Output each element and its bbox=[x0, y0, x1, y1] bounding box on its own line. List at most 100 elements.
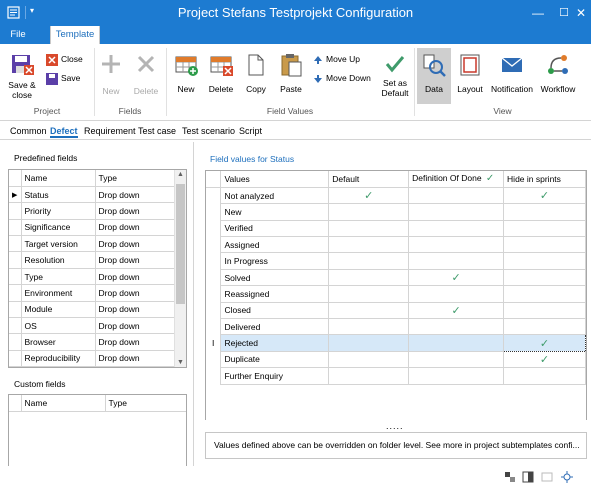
table-row[interactable]: Not analyzed ✓ ✓ bbox=[206, 187, 586, 205]
dod-check-cell[interactable] bbox=[408, 334, 505, 352]
field-new-button[interactable]: New bbox=[97, 52, 125, 96]
default-check-cell[interactable] bbox=[328, 220, 410, 238]
tab-file[interactable]: File bbox=[0, 26, 36, 44]
table-row[interactable]: OS Drop down bbox=[9, 317, 175, 335]
table-row[interactable]: Resolution Drop down bbox=[9, 251, 175, 269]
dod-check-cell[interactable] bbox=[408, 318, 505, 336]
value-cell[interactable]: Delivered bbox=[220, 318, 330, 336]
dod-check-cell[interactable] bbox=[408, 285, 505, 303]
view-workflow-button[interactable]: Workflow bbox=[538, 52, 578, 94]
table-row[interactable]: Duplicate ✓ bbox=[206, 351, 586, 369]
hide-in-sprints-check-cell[interactable] bbox=[503, 203, 586, 221]
default-check-cell[interactable] bbox=[328, 269, 410, 287]
hide-in-sprints-check-cell[interactable] bbox=[503, 285, 586, 303]
hide-in-sprints-check-cell[interactable]: ✓ bbox=[503, 351, 586, 369]
table-row[interactable]: Module Drop down bbox=[9, 301, 175, 319]
value-cell[interactable]: Closed bbox=[220, 302, 330, 320]
dod-check-cell[interactable]: ✓ bbox=[408, 269, 505, 287]
move-down-button[interactable]: Move Down bbox=[313, 71, 371, 85]
default-check-cell[interactable] bbox=[328, 334, 410, 352]
table-row[interactable]: Reassigned bbox=[206, 285, 586, 303]
column-header-default[interactable]: Default bbox=[328, 171, 410, 188]
view-notification-button[interactable]: Notification bbox=[487, 52, 537, 94]
default-check-cell[interactable] bbox=[328, 203, 410, 221]
table-row[interactable]: Further Enquiry bbox=[206, 367, 586, 385]
split-view-icon[interactable] bbox=[522, 471, 534, 483]
copy-button[interactable]: Copy bbox=[241, 52, 271, 94]
value-cell[interactable]: In Progress bbox=[220, 252, 330, 270]
value-new-button[interactable]: New bbox=[170, 52, 202, 94]
table-row[interactable]: Priority Drop down bbox=[9, 202, 175, 220]
column-header-definition-of-done[interactable]: Definition Of Done ✓ bbox=[408, 171, 505, 188]
hide-in-sprints-check-cell[interactable] bbox=[503, 236, 586, 254]
tab-requirement[interactable]: Requirement bbox=[84, 126, 136, 136]
hide-in-sprints-check-cell[interactable] bbox=[503, 367, 586, 385]
field-name-cell[interactable]: Reproducibility bbox=[21, 350, 96, 367]
close-window-button[interactable]: ✕ bbox=[571, 3, 591, 23]
field-type-cell[interactable]: Drop down bbox=[95, 251, 175, 269]
table-row[interactable]: Verified bbox=[206, 220, 586, 238]
value-cell[interactable]: Reassigned bbox=[220, 285, 330, 303]
tab-defect[interactable]: Defect bbox=[50, 126, 78, 138]
default-check-cell[interactable] bbox=[328, 318, 410, 336]
save-button[interactable]: Save bbox=[46, 71, 80, 85]
column-header-hide-in-sprints[interactable]: Hide in sprints bbox=[503, 171, 586, 188]
field-name-cell[interactable]: Browser bbox=[21, 333, 96, 351]
hide-in-sprints-check-cell[interactable] bbox=[503, 220, 586, 238]
table-row[interactable]: Significance Drop down bbox=[9, 219, 175, 237]
table-row[interactable]: Solved ✓ bbox=[206, 269, 586, 287]
column-header-name[interactable]: Name bbox=[21, 170, 96, 187]
value-cell[interactable]: Further Enquiry bbox=[220, 367, 330, 385]
field-name-cell[interactable]: Module bbox=[21, 301, 96, 319]
vertical-scrollbar[interactable]: ▲ ▼ bbox=[174, 170, 186, 367]
dod-check-cell[interactable] bbox=[408, 236, 505, 254]
field-type-cell[interactable]: Drop down bbox=[95, 235, 175, 253]
tab-template[interactable]: Template bbox=[50, 26, 100, 44]
value-cell[interactable]: Verified bbox=[220, 220, 330, 238]
table-row[interactable]: I Rejected ✓ bbox=[206, 334, 586, 352]
field-type-cell[interactable]: Drop down bbox=[95, 317, 175, 335]
window-icon[interactable] bbox=[541, 471, 553, 483]
scroll-down-icon[interactable]: ▼ bbox=[175, 359, 186, 366]
field-type-cell[interactable]: Drop down bbox=[95, 350, 175, 367]
table-row[interactable]: In Progress bbox=[206, 252, 586, 270]
hide-in-sprints-check-cell[interactable] bbox=[503, 318, 586, 336]
field-name-cell[interactable]: Type bbox=[21, 268, 96, 286]
tab-script[interactable]: Script bbox=[239, 126, 262, 136]
default-check-cell[interactable] bbox=[328, 302, 410, 320]
table-row[interactable]: Target version Drop down bbox=[9, 235, 175, 253]
close-button[interactable]: Close bbox=[46, 52, 83, 66]
field-name-cell[interactable]: Resolution bbox=[21, 251, 96, 269]
dod-check-cell[interactable] bbox=[408, 351, 505, 369]
scroll-thumb[interactable] bbox=[176, 184, 185, 304]
field-type-cell[interactable]: Drop down bbox=[95, 333, 175, 351]
value-cell[interactable]: Not analyzed bbox=[220, 187, 330, 205]
table-row[interactable]: New bbox=[206, 203, 586, 221]
value-cell[interactable]: New bbox=[220, 203, 330, 221]
table-row[interactable]: Closed ✓ bbox=[206, 302, 586, 320]
default-check-cell[interactable] bbox=[328, 252, 410, 270]
table-row[interactable]: Reproducibility Drop down bbox=[9, 350, 175, 367]
hide-in-sprints-check-cell[interactable]: ✓ bbox=[503, 187, 586, 205]
table-row[interactable]: Assigned bbox=[206, 236, 586, 254]
table-row[interactable]: ▶ Status Drop down bbox=[9, 186, 175, 204]
panel-splitter[interactable] bbox=[193, 142, 194, 482]
hide-in-sprints-check-cell[interactable] bbox=[503, 269, 586, 287]
field-name-cell[interactable]: OS bbox=[21, 317, 96, 335]
value-cell[interactable]: Rejected bbox=[220, 334, 330, 352]
column-header-name[interactable]: Name bbox=[21, 395, 106, 412]
table-row[interactable]: Environment Drop down bbox=[9, 284, 175, 302]
move-up-button[interactable]: Move Up bbox=[313, 52, 360, 66]
save-close-button[interactable]: Save & close bbox=[6, 52, 38, 100]
field-delete-button[interactable]: Delete bbox=[130, 52, 162, 96]
default-check-cell[interactable] bbox=[328, 236, 410, 254]
minimize-button[interactable]: — bbox=[528, 3, 548, 23]
view-layout-button[interactable]: Layout bbox=[453, 52, 487, 94]
dod-check-cell[interactable]: ✓ bbox=[408, 302, 505, 320]
value-cell[interactable]: Assigned bbox=[220, 236, 330, 254]
dod-check-cell[interactable] bbox=[408, 220, 505, 238]
default-check-cell[interactable]: ✓ bbox=[328, 187, 410, 205]
table-row[interactable]: Type Drop down bbox=[9, 268, 175, 286]
network-status-icon[interactable] bbox=[560, 471, 574, 483]
layout-status-icon[interactable] bbox=[504, 471, 516, 483]
